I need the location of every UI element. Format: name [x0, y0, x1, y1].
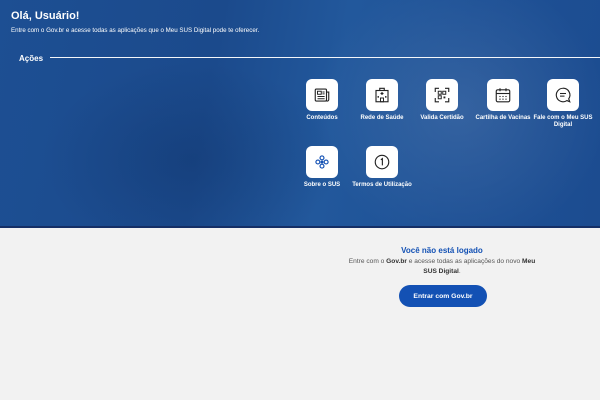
login-text-govbr: Gov.br [386, 258, 407, 265]
hero-bottom-border [0, 226, 600, 228]
action-tile[interactable] [426, 79, 458, 111]
action-label: Fale com o Meu SUS Digital [533, 115, 593, 129]
qr-scan-icon [434, 87, 450, 103]
login-text-part: Entre com o [348, 258, 387, 265]
action-sobre-o-sus[interactable]: Sobre o SUS [292, 146, 352, 189]
action-tile[interactable] [487, 79, 519, 111]
action-label: Valida Certidão [420, 115, 464, 121]
login-status-title: Você não está logado [401, 246, 483, 255]
greeting-title: Olá, Usuário! [11, 10, 80, 22]
hospital-icon [375, 87, 389, 103]
action-tile[interactable] [306, 146, 338, 178]
login-text-part: e acesse todas as aplicações do novo [406, 258, 523, 265]
calendar-icon [495, 88, 511, 103]
action-label: Conteúdos [306, 115, 338, 121]
chat-icon [555, 87, 571, 103]
action-rede-de-saude[interactable]: Rede de Saúde [352, 79, 412, 122]
news-icon [314, 88, 330, 102]
action-cartilha-de-vacinas[interactable]: Cartilha de Vacinas [473, 79, 533, 122]
actions-section-divider [50, 57, 600, 58]
actions-section-title: Ações [19, 54, 44, 63]
action-label: Rede de Saúde [360, 115, 404, 121]
action-tile[interactable] [547, 79, 579, 111]
action-tile[interactable] [366, 146, 398, 178]
action-label: Termos de Utilização [352, 182, 412, 188]
hero-banner: Olá, Usuário! Entre com o Gov.br e acess… [0, 0, 600, 228]
login-govbr-button[interactable]: Entrar com Gov.br [399, 285, 487, 307]
sus-cross-icon [315, 155, 329, 169]
action-fale-conosco[interactable]: Fale com o Meu SUS Digital [533, 79, 593, 130]
login-text-part: . [458, 268, 461, 275]
action-label: Sobre o SUS [303, 182, 341, 188]
greeting-subtitle: Entre com o Gov.br e acesse todas as apl… [11, 27, 260, 34]
action-label: Cartilha de Vacinas [475, 115, 531, 121]
action-valida-certidao[interactable]: Valida Certidão [412, 79, 472, 122]
action-tile[interactable] [306, 79, 338, 111]
action-termos-de-utilizacao[interactable]: Termos de Utilização [352, 146, 412, 189]
info-circle-icon [374, 154, 390, 170]
action-tile[interactable] [366, 79, 398, 111]
action-conteudos[interactable]: Conteúdos [292, 79, 352, 122]
login-description: Entre com o Gov.br e acesse todas as apl… [342, 257, 542, 277]
